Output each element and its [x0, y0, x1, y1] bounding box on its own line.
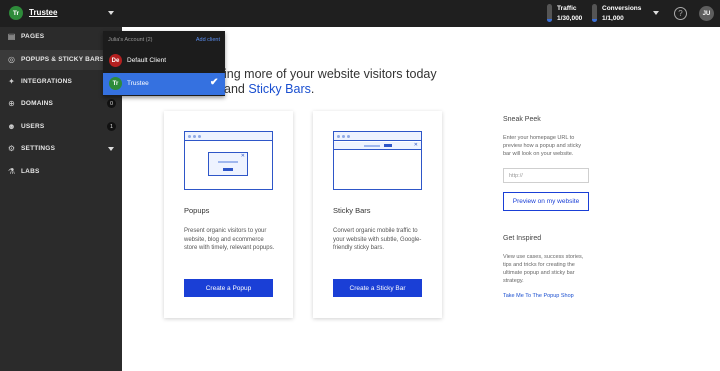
browser-dot: [347, 135, 350, 138]
account-avatar[interactable]: Tr: [9, 6, 23, 20]
sticky-bar-mock: ✕: [334, 142, 421, 150]
sticky-bar-mock-button: [384, 144, 392, 147]
card-description: Present organic visitors to your website…: [184, 228, 275, 251]
browser-dot: [188, 135, 191, 138]
headline-suffix: .: [310, 82, 315, 96]
users-count-badge: 1: [107, 122, 116, 131]
popup-mock: ✕: [208, 152, 248, 176]
users-icon: ☻: [7, 122, 16, 131]
card-description: Convert organic mobile traffic to your w…: [333, 228, 422, 251]
card-title: Popups: [184, 206, 210, 215]
popup-mock-button: [223, 168, 233, 171]
dropdown-header: Julia's Account (2): [108, 37, 153, 43]
sneak-peek-title: Sneak Peek: [503, 116, 541, 123]
settings-icon: ⚙: [7, 144, 16, 153]
client-name: Default Client: [127, 57, 167, 64]
headline-line-1: ing more of your website visitors today: [224, 67, 437, 81]
browser-dot: [337, 135, 340, 138]
sidebar-item-label: DOMAINS: [21, 100, 54, 107]
conversions-value: 1/1,000: [602, 15, 624, 22]
traffic-meter: [547, 4, 552, 22]
popups-icon: ◎: [8, 55, 15, 64]
pages-icon: ▤: [7, 32, 16, 41]
sneak-peek-text: Enter your homepage URL to preview how a…: [503, 135, 581, 157]
create-sticky-bar-button[interactable]: Create a Sticky Bar: [333, 279, 422, 297]
client-name: Trustee: [127, 80, 149, 87]
usage-chevron-down-icon[interactable]: [653, 11, 659, 15]
sticky-bar-illustration: ✕: [333, 131, 422, 190]
sidebar-item-label: POPUPS & STICKY BARS: [21, 56, 105, 63]
conversions-meter-fill: [592, 19, 597, 22]
card-title: Sticky Bars: [333, 206, 371, 215]
traffic-value: 1/30,000: [557, 15, 583, 22]
sidebar-item-settings[interactable]: ⚙ SETTINGS: [0, 139, 122, 159]
user-avatar[interactable]: JU: [699, 6, 714, 21]
client-avatar: De: [109, 54, 122, 67]
browser-dot: [342, 135, 345, 138]
popup-mock-line: [218, 161, 238, 163]
sidebar-item-labs[interactable]: ⚗ LABS: [0, 162, 122, 182]
get-inspired-text: View use cases, success stories, tips an…: [503, 254, 584, 284]
client-item-default[interactable]: De Default Client: [103, 50, 225, 72]
browser-bar: [185, 132, 272, 141]
settings-chevron-down-icon[interactable]: [108, 147, 114, 151]
conversions-meter: [592, 4, 597, 22]
close-icon: ✕: [240, 153, 245, 159]
page-headline: ing more of your website visitors today …: [224, 67, 437, 97]
account-switcher[interactable]: Trustee: [29, 8, 57, 17]
sidebar-item-label: LABS: [21, 168, 40, 175]
create-popup-button[interactable]: Create a Popup: [184, 279, 273, 297]
headline-accent: Sticky Bars: [248, 82, 311, 96]
domains-icon: ⊕: [8, 99, 15, 108]
get-inspired-title: Get Inspired: [503, 235, 542, 242]
add-client-link[interactable]: Add client: [196, 37, 220, 43]
sidebar-item-label: PAGES: [21, 33, 45, 40]
chevron-down-icon[interactable]: [108, 11, 114, 15]
url-input[interactable]: http://: [503, 168, 589, 183]
popup-illustration: ✕: [184, 131, 273, 190]
browser-dot: [193, 135, 196, 138]
browser-bar: [334, 132, 421, 141]
close-icon: ✕: [413, 142, 418, 148]
sticky-bar-mock-line: [364, 145, 380, 147]
integrations-icon: ✦: [8, 77, 15, 86]
traffic-label: Traffic: [557, 5, 577, 12]
popup-shop-link[interactable]: Take Me To The Popup Shop: [503, 293, 574, 299]
sidebar-item-label: SETTINGS: [21, 145, 56, 152]
headline-line-2-prefix: and: [224, 82, 249, 96]
domains-count-badge: 0: [107, 99, 116, 108]
sidebar-item-label: USERS: [21, 123, 45, 130]
preview-button[interactable]: Preview on my website: [503, 192, 589, 211]
top-bar: Tr Trustee Traffic 1/30,000 Conversions …: [0, 0, 720, 27]
labs-icon: ⚗: [7, 167, 16, 176]
client-avatar: Tr: [109, 77, 122, 90]
sidebar-item-users[interactable]: ☻ USERS 1: [0, 117, 122, 137]
checkmark-icon: ✔: [210, 77, 219, 88]
browser-dot: [198, 135, 201, 138]
traffic-meter-fill: [547, 19, 552, 22]
sidebar-item-label: INTEGRATIONS: [21, 78, 73, 85]
conversions-label: Conversions: [602, 5, 642, 12]
popups-card: ✕ Popups Present organic visitors to you…: [164, 111, 293, 318]
sticky-bars-card: ✕ Sticky Bars Convert organic mobile tra…: [313, 111, 442, 318]
account-dropdown: Julia's Account (2) Add client De Defaul…: [103, 31, 225, 96]
help-icon[interactable]: ?: [674, 7, 687, 20]
client-item-trustee[interactable]: Tr Trustee ✔: [103, 73, 225, 95]
sidebar-item-domains[interactable]: ⊕ DOMAINS 0: [0, 94, 122, 114]
